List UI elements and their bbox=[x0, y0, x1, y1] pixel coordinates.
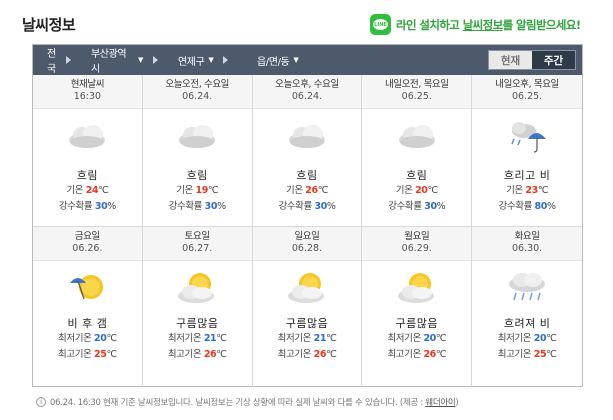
rain-probability: 강수확률 30% bbox=[58, 201, 116, 212]
region-city-select[interactable]: 부산광역시 ▼ bbox=[81, 45, 168, 75]
min-temperature: 최저기온 21℃ bbox=[277, 333, 337, 344]
max-temperature: 최고기온 25℃ bbox=[497, 349, 557, 360]
forecast-cell: 오늘오후, 수요일 06.24. 흐림 기온 26℃ 강수확률 30% bbox=[252, 75, 363, 226]
tab-current[interactable]: 현재 bbox=[489, 51, 532, 69]
line-promo-link[interactable]: LINE 라인 설치하고 날씨정보를 알림받으세요! bbox=[370, 14, 581, 35]
min-temperature: 최저기온 21℃ bbox=[167, 333, 227, 344]
weekday-date: 06.30. bbox=[511, 243, 543, 254]
forecast-cell: 내일오전, 목요일 06.25. 흐림 기온 20℃ 강수확률 30% bbox=[362, 75, 473, 226]
separator-arrow-icon bbox=[153, 56, 158, 64]
weekly-forecast-row: 금요일 06.26. 비 후 갬 최저기온 20℃ 최고기온 25℃ 토요일 06.… bbox=[33, 227, 582, 387]
forecast-cell: 월요일 06.29. 구름많음 최저기온 20℃ 최고기온 26℃ bbox=[362, 227, 473, 387]
forecast-cell: 일요일 06.28. 구름많음 최저기온 21℃ 최고기온 26℃ bbox=[252, 227, 363, 387]
cloudy-icon bbox=[33, 109, 142, 163]
condition-text: 흐려져 비 bbox=[503, 317, 551, 330]
page-title: 날씨정보 bbox=[22, 16, 76, 34]
period-label: 오늘오전, 수요일 bbox=[165, 79, 229, 90]
period-date: 06.24. bbox=[291, 91, 323, 102]
caret-down-icon: ▼ bbox=[138, 56, 143, 64]
period-label: 내일오후, 목요일 bbox=[495, 79, 559, 90]
region-nav: 전국 부산광역시 ▼ 연제구 ▼ 읍/면/동 ▼ 현재 주간 bbox=[33, 45, 582, 75]
line-promo-text: 라인 설치하고 날씨정보를 알림받으세요! bbox=[396, 17, 581, 32]
line-app-icon: LINE bbox=[370, 14, 391, 35]
condition-text: 비 후 갬 bbox=[67, 317, 108, 330]
rain-probability: 강수확률 30% bbox=[388, 201, 446, 212]
max-temperature: 최고기온 26℃ bbox=[387, 349, 447, 360]
condition-text: 흐리고 비 bbox=[503, 169, 551, 182]
weekday-date: 06.28. bbox=[291, 243, 323, 254]
weekday-date: 06.26. bbox=[72, 243, 103, 254]
info-icon: i bbox=[36, 397, 46, 407]
region-nationwide[interactable]: 전국 bbox=[33, 45, 81, 75]
forecast-cell: 오늘오전, 수요일 06.24. 흐림 기온 19℃ 강수확률 30% bbox=[142, 75, 253, 226]
condition-text: 구름많음 bbox=[395, 317, 439, 330]
condition-text: 흐림 bbox=[296, 169, 318, 182]
cloudy-icon bbox=[143, 109, 252, 163]
footer-note-text: 06.24. 16:30 현재 기준 날씨정보입니다. 날씨정보는 기상 상황에… bbox=[50, 398, 459, 408]
region-district-select[interactable]: 연제구 ▼ bbox=[168, 45, 247, 75]
partly-cloudy-icon bbox=[143, 261, 252, 315]
region-town-select[interactable]: 읍/면/동 ▼ bbox=[247, 45, 337, 75]
forecast-cell: 토요일 06.27. 구름많음 최저기온 21℃ 최고기온 26℃ bbox=[142, 227, 253, 387]
weather-panel: 전국 부산광역시 ▼ 연제구 ▼ 읍/면/동 ▼ 현재 주간 현재날씨 16:30 흐림… bbox=[32, 44, 583, 387]
forecast-cell: 화요일 06.30. 흐려져 비 최저기온 20℃ 최고기온 25℃ bbox=[472, 227, 582, 387]
max-temperature: 최고기온 25℃ bbox=[58, 349, 117, 360]
weekday-label: 토요일 bbox=[184, 231, 210, 242]
cloudy-rain-icon bbox=[472, 261, 582, 315]
cloudy-icon bbox=[253, 109, 362, 163]
view-toggle: 현재 주간 bbox=[488, 50, 576, 70]
weekday-label: 금요일 bbox=[74, 231, 100, 242]
source-note: i 06.24. 16:30 현재 기준 날씨정보입니다. 날씨정보는 기상 상… bbox=[36, 396, 459, 408]
weekday-label: 월요일 bbox=[404, 231, 430, 242]
temperature: 기온 19℃ bbox=[176, 185, 219, 196]
condition-text: 흐림 bbox=[406, 169, 428, 182]
rain-probability: 강수확률 30% bbox=[278, 201, 336, 212]
rain-probability: 강수확률 80% bbox=[498, 201, 556, 212]
period-label: 내일오전, 목요일 bbox=[384, 79, 449, 90]
condition-text: 흐림 bbox=[76, 169, 99, 182]
min-temperature: 최저기온 20℃ bbox=[58, 333, 117, 344]
caret-down-icon: ▼ bbox=[293, 56, 299, 64]
today-forecast-row: 현재날씨 16:30 흐림 기온 24℃ 강수확률 30% 오늘오전, 수요일 06… bbox=[33, 75, 582, 227]
separator-arrow-icon bbox=[66, 56, 71, 64]
condition-text: 구름많음 bbox=[175, 317, 219, 330]
condition-text: 흐림 bbox=[186, 169, 208, 182]
rain-then-sun-icon bbox=[33, 261, 142, 315]
caret-down-icon: ▼ bbox=[208, 56, 214, 64]
partly-cloudy-icon bbox=[362, 261, 471, 315]
period-label: 현재날씨 bbox=[70, 79, 105, 90]
period-date: 06.25. bbox=[401, 91, 432, 102]
weekday-label: 일요일 bbox=[294, 231, 320, 242]
forecast-cell: 현재날씨 16:30 흐림 기온 24℃ 강수확률 30% bbox=[33, 75, 143, 226]
temperature: 기온 24℃ bbox=[66, 185, 109, 196]
max-temperature: 최고기온 26℃ bbox=[167, 349, 227, 360]
condition-text: 구름많음 bbox=[285, 317, 329, 330]
temperature: 기온 23℃ bbox=[506, 185, 549, 196]
weekday-date: 06.27. bbox=[182, 243, 213, 254]
provider-link[interactable]: 웨더아이 bbox=[425, 398, 455, 408]
partly-cloudy-icon bbox=[253, 261, 362, 315]
min-temperature: 최저기온 20℃ bbox=[497, 333, 557, 344]
forecast-cell: 금요일 06.26. 비 후 갬 최저기온 20℃ 최고기온 25℃ bbox=[33, 227, 143, 387]
temperature: 기온 20℃ bbox=[395, 185, 438, 196]
forecast-cell: 내일오후, 목요일 06.25. 흐리고 비 기온 23℃ 강수확률 80% bbox=[472, 75, 582, 226]
rain-probability: 강수확률 30% bbox=[168, 201, 226, 212]
max-temperature: 최고기온 26℃ bbox=[277, 349, 337, 360]
period-label: 오늘오후, 수요일 bbox=[275, 79, 339, 90]
period-date: 06.25. bbox=[511, 91, 543, 102]
cloudy-icon bbox=[362, 109, 471, 163]
cloudy-rain-umbrella-icon bbox=[472, 109, 582, 163]
separator-arrow-icon bbox=[223, 56, 229, 64]
period-date: 06.24. bbox=[182, 91, 213, 102]
weekday-date: 06.29. bbox=[401, 243, 432, 254]
temperature: 기온 26℃ bbox=[285, 185, 328, 196]
min-temperature: 최저기온 20℃ bbox=[387, 333, 447, 344]
tab-weekly[interactable]: 주간 bbox=[532, 51, 575, 69]
weekday-label: 화요일 bbox=[514, 231, 540, 242]
period-date: 16:30 bbox=[73, 91, 102, 102]
